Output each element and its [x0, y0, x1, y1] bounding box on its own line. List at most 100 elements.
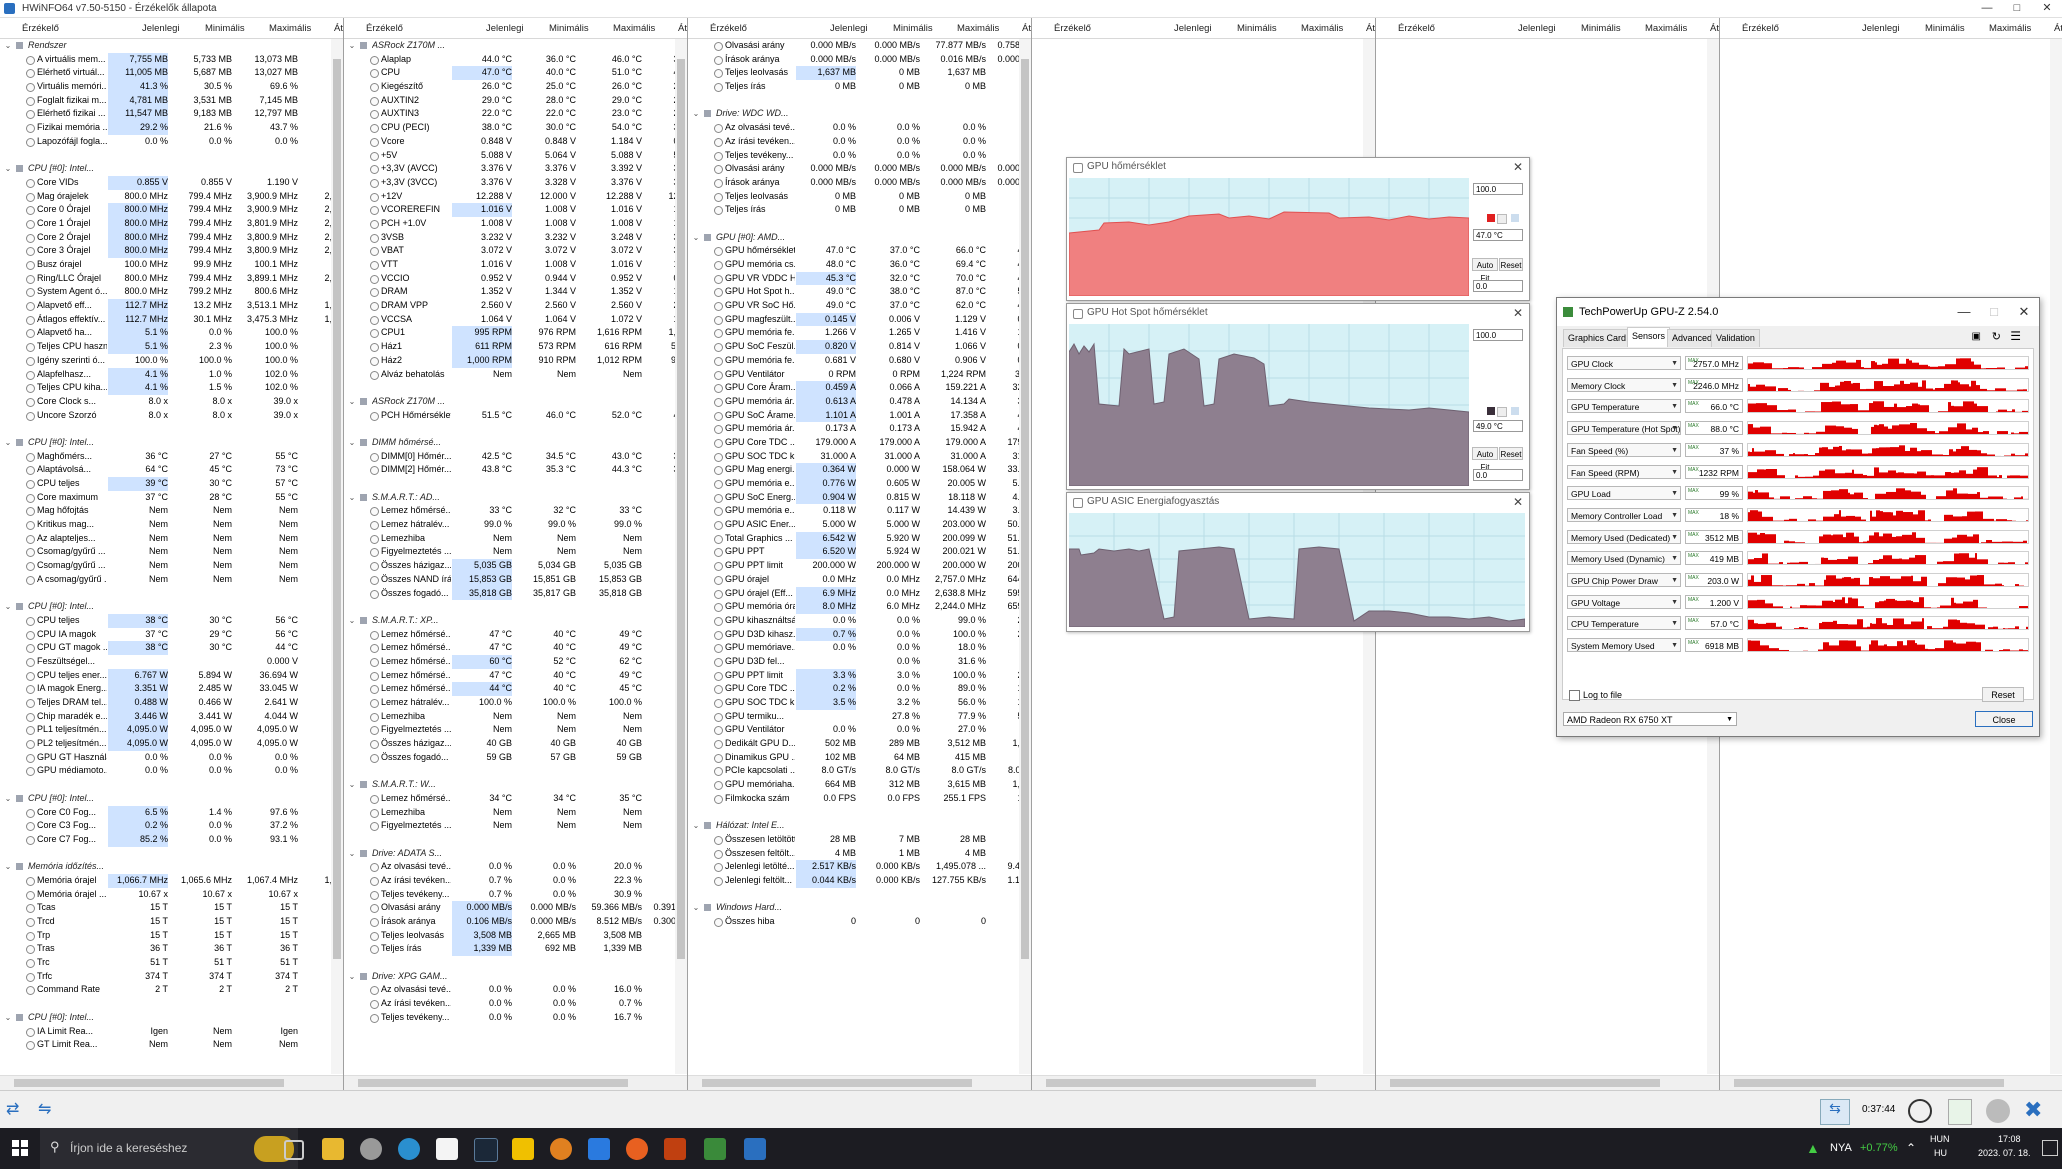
sensor-row[interactable]: GPU memória fe...1.266 V1.265 V1.416 V1.… [688, 326, 1031, 340]
scrollbar-thumb[interactable] [1734, 1079, 2004, 1087]
sensor-row[interactable]: Lemez hátralév...100.0 %100.0 %100.0 %10 [344, 696, 687, 710]
sensor-row[interactable]: DRAM VPP2.560 V2.560 V2.560 V2.5 [344, 299, 687, 313]
sensor-row[interactable]: CPU GT magok ... 38 °C 30 °C 44 °C [0, 641, 343, 655]
sensor-row[interactable] [344, 956, 687, 970]
sensor-row[interactable]: Írások aránya 0.106 MB/s 0.000 MB/s 8.512 M… [344, 915, 687, 929]
column-header-max[interactable]: Maximális [269, 23, 311, 34]
sensor-row[interactable]: DRAM1.352 V1.344 V1.352 V1.3 [344, 285, 687, 299]
sensor-row[interactable]: Írások aránya 0.000 MB/s 0.000 MB/s 0.016 M… [688, 53, 1031, 67]
column-header-current[interactable]: Jelenlegi [1518, 23, 1556, 34]
expand-chevron-icon[interactable]: ⌄ [348, 491, 356, 505]
sensor-row[interactable]: Teljes leolvasás 3,508 MB 2,665 MB 3,508 MB [344, 928, 687, 943]
sensor-row[interactable]: Összes fogadó... 35,818 GB 35,817 GB 35,818… [344, 586, 687, 601]
expand-chevron-icon[interactable]: ⌄ [4, 39, 12, 53]
sensor-group-row[interactable]: ⌄ Drive: WDC WD... [688, 107, 1031, 121]
sensor-row[interactable]: Maghőmérs... 36 °C 27 °C 55 °C [0, 450, 343, 464]
column-header-avg[interactable]: Átl [2054, 23, 2062, 34]
sensor-row[interactable]: GPU VR VDDC H...45.3 °C32.0 °C70.0 °C44. [688, 271, 1031, 286]
sensor-dropdown[interactable]: GPU Chip Power Draw ▼ [1567, 573, 1681, 587]
sensor-row[interactable]: Csomag/gyűrű ... Nem Nem Nem [0, 545, 343, 559]
sensor-row[interactable] [344, 477, 687, 491]
graph-color-swatch-3[interactable] [1511, 407, 1519, 415]
sensor-row[interactable]: Mag órajelek 800.0 MHz 799.4 MHz 3,900.9 MH… [0, 190, 343, 204]
tab-sensors[interactable]: Sensors [1627, 327, 1671, 347]
sensor-row[interactable]: GPU memória fe...0.681 V0.680 V0.906 V0.… [688, 354, 1031, 368]
graph-window-asic-power[interactable]: GPU ASIC Energiafogyasztás ✕ [1066, 492, 1530, 632]
sensor-row[interactable] [0, 422, 343, 436]
column-header-sensor[interactable]: Érzékelő [710, 23, 747, 34]
sensor-group-row[interactable]: ⌄ CPU [#0]: Intel... [0, 1011, 343, 1025]
log-to-file-checkbox[interactable] [1569, 690, 1580, 701]
sensor-row[interactable] [0, 997, 343, 1011]
sensor-row[interactable]: Dinamikus GPU ...102 MB64 MB415 MB18 [688, 751, 1031, 765]
sensor-row[interactable]: Lemez hőmérsé...34 °C34 °C35 °C3 [344, 792, 687, 806]
sensor-row[interactable]: GPU Core TDC ...0.2 %0.0 %89.0 %18. [688, 682, 1031, 697]
sensor-group-row[interactable]: ⌄ Drive: ADATA S... [344, 847, 687, 861]
horizontal-scrollbar[interactable] [688, 1075, 1031, 1090]
sensor-row[interactable]: Kiegészítő26.0 °C25.0 °C26.0 °C25. [344, 80, 687, 94]
vertical-scrollbar[interactable] [2050, 39, 2062, 1074]
sensor-row[interactable]: GPU Core Áram...0.459 A0.066 A159.221 A3… [688, 381, 1031, 395]
sensor-row[interactable] [344, 381, 687, 395]
app-icon-4[interactable] [664, 1138, 686, 1160]
sensor-row[interactable]: Ring/LLC Órajel 800.0 MHz 799.4 MHz 3,899.1… [0, 272, 343, 286]
file-explorer-icon[interactable] [322, 1138, 344, 1160]
column-header-max[interactable]: Maximális [957, 23, 999, 34]
panel-header[interactable]: ÉrzékelőJelenlegiMinimálisMaximálisÁtl [1032, 18, 1375, 39]
graph-close-icon[interactable]: ✕ [1513, 306, 1523, 320]
sensor-row[interactable]: Core VIDs 0.855 V 0.855 V 1.190 V [0, 175, 343, 190]
sensor-row[interactable]: GPU médiamoto... 0.0 % 0.0 % 0.0 % [0, 764, 343, 778]
scrollbar-thumb[interactable] [702, 1079, 972, 1087]
sensor-row[interactable]: Core C3 Fog... 0.2 % 0.0 % 37.2 % [0, 819, 343, 833]
sensor-row[interactable]: Alapfelhasz... 4.1 % 1.0 % 102.0 % [0, 367, 343, 382]
sensor-row[interactable]: +12V12.288 V12.000 V12.288 V12.2 [344, 190, 687, 204]
column-header-max[interactable]: Maximális [1645, 23, 1687, 34]
firefox-icon[interactable] [626, 1138, 648, 1160]
tray-chevron-up-icon[interactable]: ⌃ [1906, 1141, 1916, 1155]
sensor-group-row[interactable]: ⌄ S.M.A.R.T.: XP... [344, 614, 687, 628]
sensor-row[interactable]: Figyelmeztetés ... Nem Nem Nem [344, 819, 687, 833]
sensor-row[interactable]: Tras 36 T 36 T 36 T [0, 942, 343, 956]
column-header-current[interactable]: Jelenlegi [486, 23, 524, 34]
panel-header[interactable]: ÉrzékelőJelenlegiMinimálisMaximálisÁtl [1376, 18, 1719, 39]
sensor-row[interactable] [344, 833, 687, 847]
sensor-row[interactable]: Trc 51 T 51 T 51 T [0, 956, 343, 970]
horizontal-scrollbar[interactable] [1032, 1075, 1375, 1090]
sensor-row[interactable]: GPU VR SoC Hő...49.0 °C37.0 °C62.0 °C45. [688, 299, 1031, 313]
sensor-group-row[interactable]: ⌄ Windows Hard... [688, 901, 1031, 915]
graph-autofit-button[interactable]: Auto Fit [1472, 258, 1498, 283]
sensor-row[interactable]: CPU47.0 °C40.0 °C51.0 °C43. [344, 66, 687, 81]
gpuz-sensor-row[interactable]: System Memory Used ▼ MAX 6918 MB [1567, 637, 2029, 654]
sensor-row[interactable]: 3VSB3.232 V3.232 V3.248 V3.2 [344, 231, 687, 245]
sensor-row[interactable]: CPU teljes 38 °C 30 °C 56 °C [0, 613, 343, 628]
sensor-row[interactable] [0, 587, 343, 601]
sensor-row[interactable] [344, 422, 687, 436]
sensor-dropdown[interactable]: GPU Clock ▼ [1567, 356, 1681, 370]
sensor-row[interactable]: Átlagos effektív... 112.7 MHz 30.1 MHz 3,47… [0, 312, 343, 327]
sensor-row[interactable]: Lemez hőmérsé...47 °C40 °C49 °C4 [344, 628, 687, 642]
panel-header[interactable]: ÉrzékelőJelenlegiMinimálisMaximálisÁtl [1720, 18, 2062, 39]
sensor-row[interactable]: Kritikus mag... Nem Nem Nem [0, 518, 343, 532]
sensor-dropdown[interactable]: CPU Temperature ▼ [1567, 616, 1681, 631]
sensor-row[interactable]: Olvasási arány 0.000 MB/s 0.000 MB/s 77.877… [688, 39, 1031, 53]
sensor-group-row[interactable]: ⌄ ASRock Z170M ... [344, 395, 687, 409]
column-header-avg[interactable]: Átl [334, 23, 343, 34]
sensor-row[interactable]: Core 1 Órajel 800.0 MHz 799.4 MHz 3,801.9 M… [0, 216, 343, 231]
column-header-max[interactable]: Maximális [613, 23, 655, 34]
sensor-row[interactable]: Lemez hőmérsé...47 °C40 °C49 °C4 [344, 641, 687, 655]
sensor-row[interactable] [688, 888, 1031, 902]
sensor-dropdown[interactable]: GPU Voltage ▼ [1567, 594, 1681, 609]
gpuz-reset-button[interactable]: Reset [1982, 687, 2024, 702]
sensor-row[interactable]: GPU kihasználtság0.0 %0.0 %99.0 %25. [688, 614, 1031, 628]
sensor-row[interactable]: IA Limit Rea... Igen Nem Igen [0, 1025, 343, 1039]
sensor-row[interactable]: Core Clock s... 8.0 x 8.0 x 39.0 x [0, 395, 343, 409]
sensor-row[interactable] [0, 149, 343, 163]
expand-chevron-icon[interactable]: ⌄ [4, 600, 12, 614]
sensor-row[interactable]: Teljes DRAM tel... 0.488 W 0.466 W 2.641 W [0, 696, 343, 710]
sensor-row[interactable]: Alváz behatolás Nem Nem Nem [344, 368, 687, 382]
sensor-row[interactable]: Alaptávolsá... 64 °C 45 °C 73 °C [0, 463, 343, 477]
sensor-row[interactable]: Dedikált GPU D...502 MB289 MB3,512 MB1,2… [688, 737, 1031, 751]
sensor-group-row[interactable]: ⌄ Hálózat: Intel E... [688, 819, 1031, 833]
sensor-row[interactable]: Jelenlegi letölté... 2.517 KB/s 0.000 KB/s… [688, 860, 1031, 874]
sensor-row[interactable] [344, 600, 687, 614]
